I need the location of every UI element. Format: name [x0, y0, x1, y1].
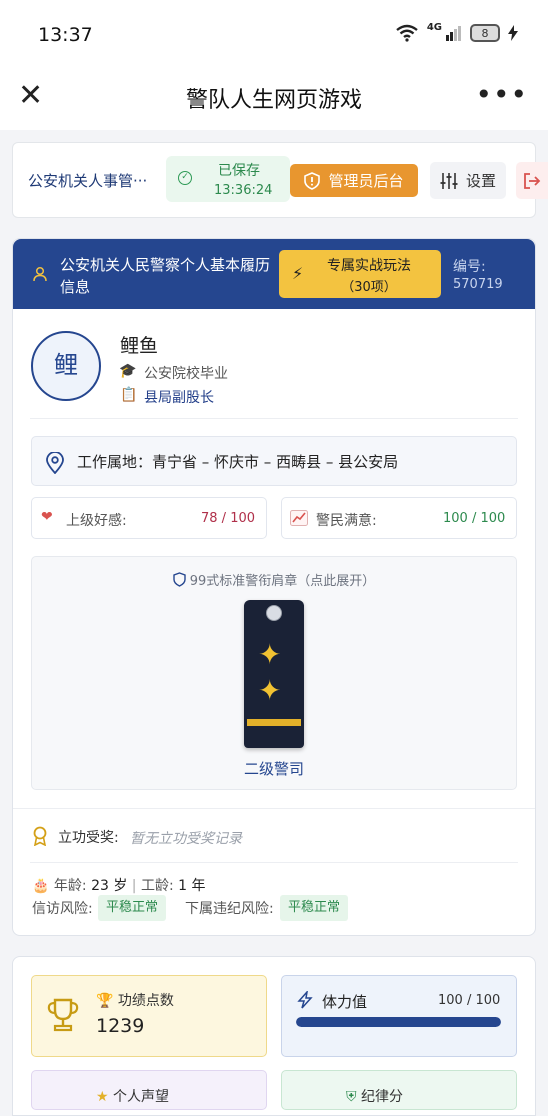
admin-panel-button[interactable]: 管理员后台: [290, 164, 418, 197]
reputation-label-text: 个人声望: [113, 1089, 170, 1105]
favor-max: 100: [230, 511, 256, 526]
graduation-cap-icon: 🎓: [119, 363, 137, 379]
department-name[interactable]: 公安机关人事管···: [28, 170, 147, 191]
service-unit: 年: [191, 878, 206, 894]
energy-max: 100: [475, 993, 501, 1008]
cake-icon: 🎂: [32, 878, 50, 894]
battery-icon: 8: [470, 24, 500, 42]
public-satisfaction-label: 警民满意:: [316, 513, 377, 529]
separator: |: [131, 878, 137, 894]
save-status-time: 13:36:24: [214, 183, 273, 198]
rank-name: 二级警司: [243, 760, 304, 778]
more-options-icon[interactable]: •••: [475, 78, 528, 111]
rank-star-icon: ✦: [258, 674, 282, 707]
epaulette-stripe: [247, 719, 301, 726]
heart-icon: ❤: [41, 509, 53, 525]
trophy-icon: [47, 998, 79, 1032]
merit-points-label: 🏆 功绩点数: [96, 990, 174, 1010]
epaulette-button: [266, 605, 282, 621]
subordinate-risk-label: 下属违纪风险:: [185, 901, 274, 917]
public-satisfaction-value: 100 / 100: [443, 511, 506, 526]
energy-current: 100: [438, 993, 463, 1008]
energy-box: [281, 975, 517, 1057]
rank-star-icon: ✦: [258, 638, 282, 671]
merit-award-label: 立功受奖:: [58, 830, 119, 846]
settings-button[interactable]: 设置: [430, 162, 506, 199]
wifi-icon: [396, 24, 418, 42]
energy-progress-fill: [296, 1017, 501, 1027]
superior-favor-value: 78 / 100: [201, 511, 256, 526]
small-trophy-icon: 🏆: [96, 993, 114, 1009]
subordinate-risk-badge: 平稳正常: [280, 895, 349, 921]
status-time: 13:37: [38, 24, 93, 46]
star-icon: ★: [96, 1089, 109, 1105]
signal-icon: [446, 26, 461, 41]
age-value: 23: [91, 878, 109, 894]
user-icon: [33, 266, 47, 282]
energy-bolt-icon: [297, 991, 313, 1009]
rank-badge-title-text: 99式标准警衔肩章（点此展开）: [189, 574, 376, 589]
logout-icon: [524, 172, 541, 189]
medal-icon: [33, 826, 47, 846]
location-text: 工作属地：青宁省 – 怀庆市 – 西畴县 – 县公安局: [77, 453, 399, 471]
id-value: 570719: [453, 277, 503, 292]
discipline-label-text: 纪律分: [360, 1089, 403, 1105]
position-text: 县局副股长: [144, 390, 214, 406]
discipline-label: ⛨ 纪律分: [346, 1086, 403, 1106]
status-icons: 4G 8: [395, 21, 518, 42]
satisfaction-current: 100: [443, 511, 468, 526]
divider: [30, 418, 518, 419]
petition-risk-badge: 平稳正常: [98, 895, 167, 921]
shield-icon: ⛨: [346, 1089, 357, 1105]
map-pin-icon: [46, 452, 64, 474]
service-value: 1: [178, 878, 188, 894]
age-label: 年龄:: [53, 878, 87, 894]
battery-level: 8: [481, 26, 489, 40]
energy-value: 100 / 100: [438, 993, 501, 1008]
avatar: 鲤: [31, 331, 101, 401]
sliders-icon: [440, 172, 458, 189]
merit-points-label-text: 功绩点数: [117, 993, 174, 1009]
favor-current: 78: [201, 511, 218, 526]
check-circle-icon: ✓: [178, 171, 192, 185]
special-gameplay-label: 专属实战玩法: [327, 258, 411, 274]
energy-progress-bar: [296, 1017, 501, 1027]
settings-label: 设置: [465, 172, 496, 190]
age-unit: 岁: [113, 878, 128, 894]
admin-panel-label: 管理员后台: [328, 172, 404, 190]
divider: [30, 862, 518, 863]
petition-risk-label: 信访风险:: [32, 901, 93, 917]
merit-points-value: 1239: [96, 1015, 145, 1037]
energy-label: 体力值: [322, 993, 368, 1011]
rank-badge-title[interactable]: 99式标准警衔肩章（点此展开）: [31, 570, 517, 589]
education-text: 公安院校毕业: [144, 366, 228, 382]
profile-header-title: 公安机关人民警察个人基本履历信息: [60, 256, 271, 296]
officer-name: 鲤鱼: [120, 335, 159, 357]
clipboard-icon: 📋: [120, 387, 138, 403]
page-title: 警队人生网页游戏: [185, 88, 362, 113]
network-label: 4G: [426, 21, 442, 33]
reputation-label: ★ 个人声望: [96, 1086, 169, 1106]
age-service-line: 🎂 年龄: 23 岁 | 工龄: 1 年: [32, 875, 206, 895]
logout-button[interactable]: [516, 162, 548, 199]
superior-favor-label: 上级好感:: [66, 513, 127, 529]
shield-alert-icon: [304, 171, 321, 190]
shield-icon: [173, 572, 186, 587]
save-status-label: 已保存: [218, 163, 260, 179]
id-label: 编号:: [453, 259, 486, 275]
special-gameplay-count: （30项）: [341, 280, 397, 295]
trend-chart-icon: [290, 510, 308, 526]
lightning-icon: ⚡: [292, 264, 304, 283]
service-label: 工龄:: [140, 878, 174, 894]
charging-icon: [508, 25, 518, 41]
divider: [13, 808, 535, 809]
merit-award-text: 暂无立功受奖记录: [130, 831, 242, 847]
satisfaction-max: 100: [480, 511, 506, 526]
